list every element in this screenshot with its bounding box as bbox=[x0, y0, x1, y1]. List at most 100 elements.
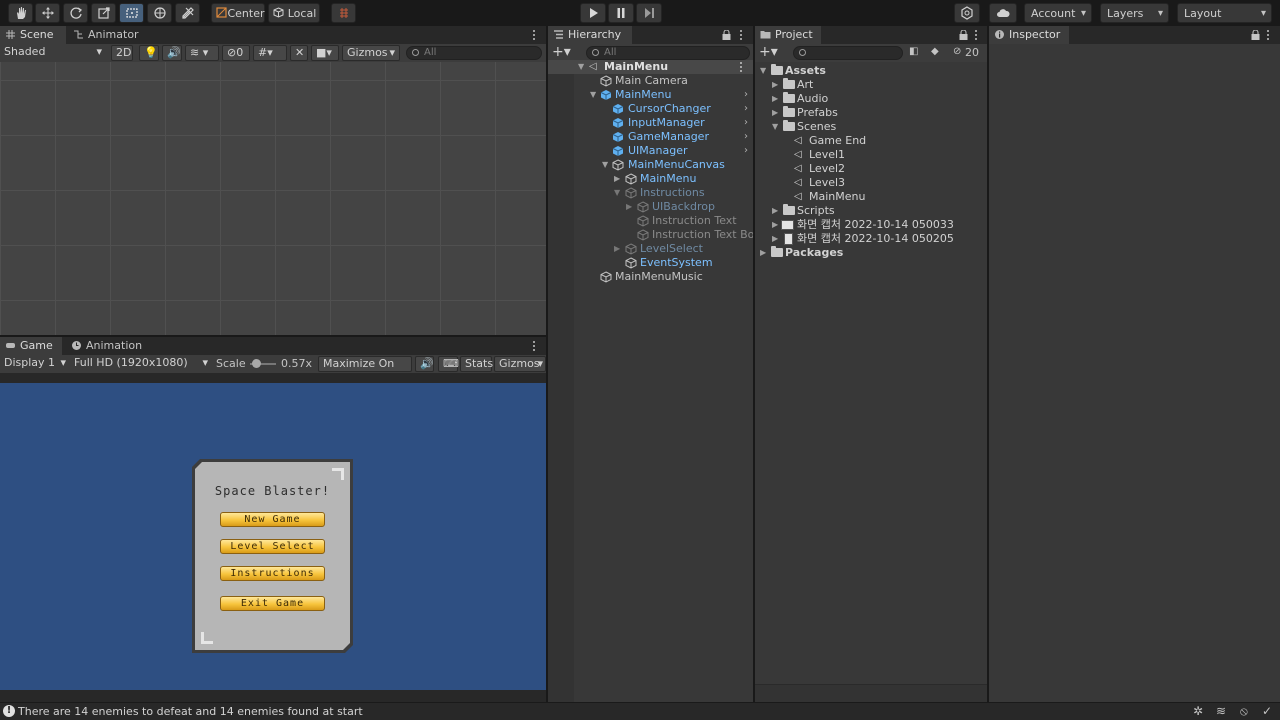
tab-game[interactable]: Game bbox=[0, 337, 62, 355]
project-item-scene-level1[interactable]: ◁ Level1 bbox=[755, 148, 987, 162]
hidden-objects-toggle[interactable]: ⊘0 bbox=[222, 45, 250, 61]
project-menu-icon[interactable] bbox=[975, 30, 978, 41]
scale-tool-button[interactable] bbox=[91, 3, 116, 23]
hierarchy-search-input[interactable]: All bbox=[586, 46, 750, 60]
project-item-art[interactable]: ▶ Art bbox=[755, 78, 987, 92]
exit-game-button[interactable]: Exit Game bbox=[220, 596, 325, 611]
hierarchy-item-instruction-text[interactable]: Instruction Text bbox=[548, 214, 753, 228]
services-button[interactable] bbox=[954, 3, 980, 23]
hierarchy-item-cursorchanger[interactable]: CursorChanger › bbox=[548, 102, 753, 116]
rect-tool-button[interactable] bbox=[119, 3, 144, 23]
hierarchy-item-instructions[interactable]: ▼ Instructions bbox=[548, 186, 753, 200]
pause-button[interactable] bbox=[608, 3, 634, 23]
project-item-packages[interactable]: ▶ Packages bbox=[755, 246, 987, 260]
grid-dropdown[interactable]: #▾ bbox=[253, 45, 287, 61]
scene-menu-icon[interactable] bbox=[533, 30, 536, 41]
keyboard-toggle[interactable]: ⌨ bbox=[438, 356, 459, 372]
tab-hierarchy[interactable]: Hierarchy bbox=[548, 26, 632, 44]
chevron-right-icon[interactable]: › bbox=[744, 102, 748, 116]
2d-toggle[interactable]: 2D bbox=[111, 45, 133, 61]
hierarchy-item-instruction-text-body[interactable]: Instruction Text Body bbox=[548, 228, 753, 242]
level-select-button[interactable]: Level Select bbox=[220, 539, 325, 554]
layers-stack-icon[interactable]: ≋ bbox=[1216, 704, 1226, 718]
filter-by-type-icon[interactable]: ◧ bbox=[909, 46, 918, 57]
move-tool-button[interactable] bbox=[35, 3, 60, 23]
display-dropdown[interactable]: Display 1 ▾ bbox=[0, 356, 68, 372]
effects-dropdown[interactable]: ≋ ▾ bbox=[185, 45, 219, 61]
scene-search-input[interactable]: All bbox=[406, 46, 542, 60]
new-game-button[interactable]: New Game bbox=[220, 512, 325, 527]
hierarchy-item-mainmenu-child[interactable]: ▶ MainMenu bbox=[548, 172, 753, 186]
scale-slider-knob[interactable] bbox=[251, 359, 261, 368]
project-search-input[interactable] bbox=[793, 46, 903, 60]
project-item-audio[interactable]: ▶ Audio bbox=[755, 92, 987, 106]
layers-dropdown[interactable]: Layers bbox=[1100, 3, 1169, 23]
scene-row-menu-icon[interactable] bbox=[740, 62, 743, 73]
status-message[interactable]: There are 14 enemies to defeat and 14 en… bbox=[18, 705, 363, 718]
custom-tools-button[interactable] bbox=[175, 3, 200, 23]
project-item-scripts[interactable]: ▶ Scripts bbox=[755, 204, 987, 218]
hierarchy-item-levelselect[interactable]: ▶ LevelSelect bbox=[548, 242, 753, 256]
tab-animation[interactable]: Animation bbox=[66, 337, 146, 355]
hand-tool-button[interactable] bbox=[8, 3, 33, 23]
project-item-prefabs[interactable]: ▶ Prefabs bbox=[755, 106, 987, 120]
project-item-assets[interactable]: ▼ Assets bbox=[755, 64, 987, 78]
transform-tool-button[interactable] bbox=[147, 3, 172, 23]
lock-icon[interactable] bbox=[959, 30, 968, 40]
grid-snap-button[interactable] bbox=[331, 3, 356, 23]
lock-icon[interactable] bbox=[1251, 30, 1260, 40]
pivot-local-button[interactable]: Local bbox=[268, 3, 320, 23]
hierarchy-item-mainmenucanvas[interactable]: ▼ MainMenuCanvas bbox=[548, 158, 753, 172]
maximize-on-play-toggle[interactable]: Maximize On Play bbox=[318, 356, 412, 384]
audio-toggle[interactable]: 🔊 bbox=[162, 45, 182, 61]
play-button[interactable] bbox=[580, 3, 606, 23]
project-item-screenshot-2[interactable]: ▶ 화면 캡처 2022-10-14 050205 bbox=[755, 232, 987, 246]
scale-slider-track[interactable] bbox=[250, 359, 276, 368]
hierarchy-item-eventsystem[interactable]: EventSystem bbox=[548, 256, 753, 270]
project-item-scene-mainmenu[interactable]: ◁ MainMenu bbox=[755, 190, 987, 204]
project-item-scenes[interactable]: ▼ Scenes bbox=[755, 120, 987, 134]
project-item-scene-game-end[interactable]: ◁ Game End bbox=[755, 134, 987, 148]
hierarchy-item-main-camera[interactable]: Main Camera bbox=[548, 74, 753, 88]
create-plus-icon[interactable]: +▾ bbox=[759, 44, 778, 60]
rotate-tool-button[interactable] bbox=[63, 3, 88, 23]
gizmos-dropdown[interactable]: Gizmos ▾ bbox=[342, 45, 400, 61]
hierarchy-item-mainmenu-prefab[interactable]: ▼ MainMenu › bbox=[548, 88, 753, 102]
scene-viewport[interactable] bbox=[0, 62, 546, 335]
tab-inspector[interactable]: Inspector bbox=[989, 26, 1069, 44]
debug-icon[interactable]: ✲ bbox=[1193, 704, 1203, 718]
tab-animator[interactable]: Animator bbox=[68, 26, 142, 44]
cache-icon[interactable]: ⦸ bbox=[1240, 704, 1248, 719]
pivot-center-button[interactable]: Center bbox=[211, 3, 265, 23]
project-item-screenshot-1[interactable]: ▶ 화면 캡처 2022-10-14 050033 bbox=[755, 218, 987, 232]
game-gizmos-dropdown[interactable]: Gizmos ▾ bbox=[494, 356, 546, 372]
filter-by-label-icon[interactable]: ◆ bbox=[931, 46, 939, 57]
instructions-button[interactable]: Instructions bbox=[220, 566, 325, 581]
lighting-toggle[interactable]: 💡 bbox=[139, 45, 159, 61]
hierarchy-item-mainmenumusic[interactable]: MainMenuMusic bbox=[548, 270, 753, 284]
project-item-scene-level3[interactable]: ◁ Level3 bbox=[755, 176, 987, 190]
chevron-right-icon[interactable]: › bbox=[744, 88, 748, 102]
chevron-right-icon[interactable]: › bbox=[744, 130, 748, 144]
mute-toggle[interactable]: 🔊 bbox=[415, 356, 434, 372]
hierarchy-item-uibackdrop[interactable]: ▶ UIBackdrop bbox=[548, 200, 753, 214]
cloud-button[interactable] bbox=[989, 3, 1017, 23]
game-view[interactable]: Space Blaster! New Game Level Select Ins… bbox=[0, 383, 546, 690]
stats-toggle[interactable]: Stats bbox=[460, 356, 493, 372]
hierarchy-item-gamemanager[interactable]: GameManager › bbox=[548, 130, 753, 144]
create-plus-icon[interactable]: +▾ bbox=[552, 44, 571, 60]
layout-dropdown[interactable]: Layout bbox=[1177, 3, 1272, 23]
inspector-menu-icon[interactable] bbox=[1267, 30, 1270, 41]
scene-row[interactable]: ▼ ◁ MainMenu bbox=[548, 60, 753, 74]
account-dropdown[interactable]: Account bbox=[1024, 3, 1092, 23]
tab-scene[interactable]: Scene bbox=[0, 26, 66, 44]
project-item-scene-level2[interactable]: ◁ Level2 bbox=[755, 162, 987, 176]
progress-check-icon[interactable]: ✓ bbox=[1262, 704, 1272, 718]
eye-slash-icon[interactable]: ⊘ bbox=[953, 46, 961, 57]
hierarchy-item-inputmanager[interactable]: InputManager › bbox=[548, 116, 753, 130]
step-button[interactable] bbox=[636, 3, 662, 23]
chevron-right-icon[interactable]: › bbox=[744, 116, 748, 130]
camera-dropdown[interactable]: ■▾ bbox=[311, 45, 339, 61]
chevron-right-icon[interactable]: › bbox=[744, 144, 748, 158]
tab-project[interactable]: Project bbox=[755, 26, 821, 44]
